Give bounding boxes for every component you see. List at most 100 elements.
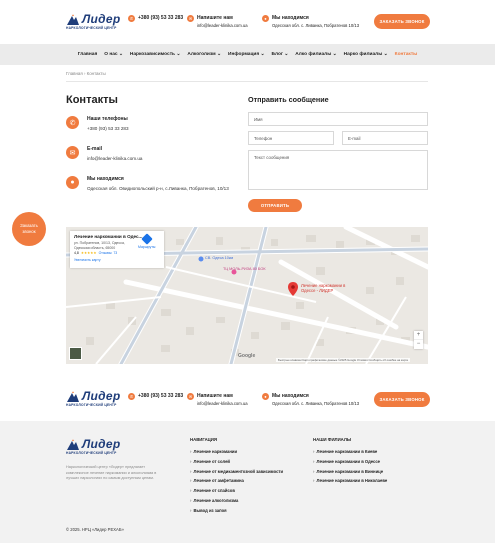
- callback-float-button[interactable]: Заказать звонок: [12, 212, 46, 246]
- map-zoom-in-button[interactable]: +: [414, 331, 423, 340]
- footer-copyright: © 2025. НРЦ «Лидер РЕХАБ»: [66, 527, 124, 532]
- submit-button[interactable]: ОТПРАВИТЬ: [248, 199, 302, 212]
- location-pin-icon: ●: [262, 393, 269, 400]
- nav-item-blog[interactable]: Блог ⌄: [272, 52, 289, 57]
- footer-location: ● Мы находимся Одесская обл. с. Ливанка,…: [262, 393, 359, 406]
- footer-nav-link[interactable]: Лечение от амфетамина: [190, 478, 283, 483]
- footer-phone[interactable]: ✆ +380 (93) 53 33 283: [128, 393, 183, 400]
- map-embed[interactable]: Лечение наркомании в Одессе - ЛИДЕР СВ. …: [66, 227, 428, 364]
- map-google-logo: Google: [238, 353, 256, 359]
- map-card-rating-row: 4,8 ★★★★★ Отзывы: 73: [74, 251, 160, 255]
- footer-location-value: Одесская обл. с. Ливанка, Побратенов 10/…: [272, 401, 360, 406]
- header-location: ● Мы находимся Одесская обл. с. Ливанка,…: [262, 15, 359, 28]
- header-phone[interactable]: ✆ +380 (93) 53 33 283: [128, 15, 183, 22]
- footer-write-title: Напишите нам: [197, 393, 233, 399]
- nav-item-drug-addiction[interactable]: Наркозависимость ⌄: [130, 52, 180, 57]
- breadcrumb-home[interactable]: Главная: [66, 71, 83, 76]
- footer-location-title: Мы находимся: [272, 393, 309, 399]
- footer-main-logo-mark: Лидер: [66, 437, 121, 451]
- map-pin-label: Лечение наркомании в Одессе - ЛИДЕР: [301, 283, 359, 294]
- map-satellite-thumb[interactable]: [69, 347, 82, 360]
- nav-item-about[interactable]: О нас ⌄: [104, 52, 123, 57]
- contact-phone-title: Наши телефоны: [87, 116, 128, 122]
- map-zoom-out-button[interactable]: −: [414, 340, 423, 349]
- footer-about-text: Наркологический центр «Лидер» предлагает…: [66, 465, 157, 481]
- footer-logo-subtitle: НАРКОЛОГИЧЕСКИЙ ЦЕНТР: [66, 403, 117, 407]
- logo-subtitle: НАРКОЛОГИЧЕСКИЙ ЦЕНТР: [66, 26, 117, 30]
- footer-nav-link[interactable]: Вывод из запоя: [190, 508, 283, 513]
- footer-branch-link[interactable]: Лечение наркомании в Виннице: [313, 469, 387, 474]
- footer-branch-link[interactable]: Лечение наркомании в Одессе: [313, 459, 387, 464]
- mail-icon: ✉: [187, 15, 194, 22]
- map-pin-text: Лечение наркомании в Одессе - ЛИДЕР: [301, 283, 346, 294]
- footer-email-value[interactable]: info@leader-klinika.com.ua: [197, 401, 248, 406]
- callback-line-2: звонок: [22, 229, 36, 234]
- nav-item-narco-branches[interactable]: Нарко филиалы ⌄: [344, 52, 388, 57]
- header-phone-value[interactable]: +380 (93) 53 33 283: [138, 15, 183, 21]
- mail-icon: ✉: [66, 146, 79, 159]
- map-route-button[interactable]: Маршруты: [138, 233, 155, 249]
- contact-phone: ✆ Наши телефоны +380 (93) 53 33 283: [66, 116, 129, 133]
- message-field[interactable]: Текст сообщения: [248, 150, 428, 190]
- header-location-value: Одесская обл. с. Ливанка, Побратенов 10/…: [272, 23, 360, 28]
- footer-nav-link[interactable]: Лечение от солей: [190, 459, 283, 464]
- header-email-value[interactable]: info@leader-klinika.com.ua: [197, 23, 248, 28]
- footer-nav-link[interactable]: Лечение алкоголизма: [190, 498, 283, 503]
- phone-icon: ✆: [66, 116, 79, 129]
- map-card-rating: 4,8: [74, 251, 79, 256]
- phone-icon: ✆: [128, 15, 135, 22]
- breadcrumb-separator: ›: [83, 71, 86, 76]
- nav-item-alco-branches[interactable]: Алко филиалы ⌄: [295, 52, 336, 57]
- footer-main-logo-wordmark: Лидер: [82, 437, 121, 451]
- map-poi-2: ТЦ МОЛЬ-РИЗА 80 БОК: [223, 267, 266, 271]
- phone-field[interactable]: Телефон: [248, 131, 334, 145]
- mail-icon: ✉: [187, 393, 194, 400]
- order-call-button[interactable]: ЗАКАЗАТЬ ЗВОНОК: [374, 14, 430, 29]
- map-card-link[interactable]: Увеличить карту: [74, 258, 160, 262]
- logo-emblem-icon: [67, 438, 79, 450]
- footer-logo[interactable]: Лидер НАРКОЛОГИЧЕСКИЙ ЦЕНТР: [66, 389, 121, 407]
- contact-email: ✉ E-mail info@leader-klinika.com.ua: [66, 146, 142, 163]
- header-location-title: Мы находимся: [272, 15, 309, 21]
- form-title: Отправить сообщение: [248, 95, 329, 104]
- header-write-title: Напишите нам: [197, 15, 233, 21]
- map-place-card: Лечение наркомании в Одес... ул. Побрате…: [70, 231, 164, 268]
- footer-branches-list: Лечение наркомании в Киеве Лечение нарко…: [313, 449, 388, 483]
- logo-wordmark: Лидер: [82, 12, 121, 26]
- name-field[interactable]: Имя: [248, 112, 428, 126]
- contact-address-title: Мы находимся: [87, 176, 124, 182]
- contact-phone-value[interactable]: +380 (93) 53 33 283: [87, 126, 129, 133]
- map-zoom-controls: + −: [414, 331, 423, 349]
- contact-email-value[interactable]: info@leader-klinika.com.ua: [87, 156, 142, 163]
- map-card-reviews[interactable]: Отзывы: 73: [99, 251, 118, 255]
- footer-order-call-button[interactable]: ЗАКАЗАТЬ ЗВОНОК: [374, 392, 430, 407]
- breadcrumb-divider: [66, 81, 428, 82]
- email-field[interactable]: E-mail: [342, 131, 428, 145]
- footer-nav-link[interactable]: Лечение от медикаментозной зависимости: [190, 469, 284, 474]
- header-email[interactable]: ✉ Напишите нам info@leader-klinika.com.u…: [187, 15, 248, 28]
- footer-nav-title: НАВИГАЦИЯ: [190, 437, 217, 442]
- location-pin-icon: ●: [66, 176, 79, 189]
- footer-nav-link[interactable]: Лечение наркомании: [190, 449, 283, 454]
- nav-item-alcoholism[interactable]: Алкоголизм ⌄: [187, 52, 221, 57]
- footer-main-logo[interactable]: Лидер НАРКОЛОГИЧЕСКИЙ ЦЕНТР: [66, 437, 121, 455]
- footer-email[interactable]: ✉ Напишите нам info@leader-klinika.com.u…: [187, 393, 248, 406]
- logo-mark: Лидер: [66, 12, 121, 26]
- map-attribution: Быстрые клавиши Картографические данные …: [276, 358, 411, 362]
- footer-logo-wordmark: Лидер: [82, 389, 121, 403]
- footer-nav-link[interactable]: Лечение от спайсов: [190, 488, 283, 493]
- footer-branch-link[interactable]: Лечение наркомании в Николаеве: [313, 478, 388, 483]
- map-poi-1: СВ. Одеса 10км: [205, 256, 234, 260]
- breadcrumb-current: Контакты: [86, 71, 106, 76]
- nav-item-info[interactable]: Информация ⌄: [228, 52, 264, 57]
- footer-logo-mark: Лидер: [66, 389, 121, 403]
- footer: Лидер НАРКОЛОГИЧЕСКИЙ ЦЕНТР Наркологичес…: [0, 421, 495, 543]
- nav-item-contacts[interactable]: Контакты: [395, 52, 418, 57]
- footer-branch-link[interactable]: Лечение наркомании в Киеве: [313, 449, 387, 454]
- header-logo[interactable]: Лидер НАРКОЛОГИЧЕСКИЙ ЦЕНТР: [66, 12, 121, 30]
- footer-phone-value[interactable]: +380 (93) 53 33 283: [138, 393, 183, 399]
- footer-nav-list: Лечение наркомании Лечение от солей Лече…: [190, 449, 284, 513]
- map-card-stars: ★★★★★: [80, 251, 97, 256]
- nav-item-home[interactable]: Главная: [78, 52, 98, 57]
- page-title: Контакты: [66, 94, 118, 106]
